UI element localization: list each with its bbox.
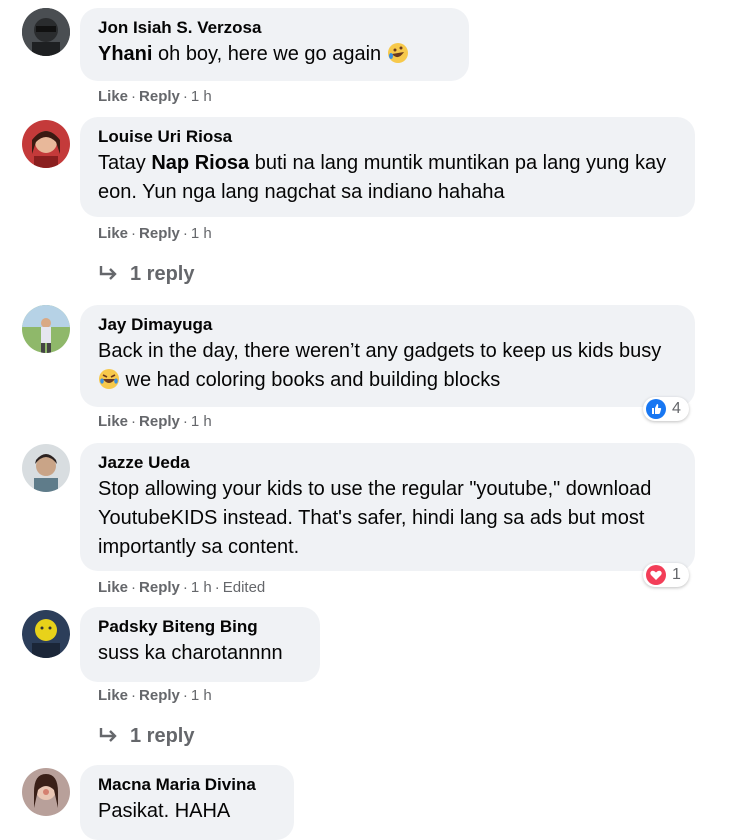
comment-mention[interactable]: Yhani	[98, 43, 152, 65]
comment-text: Stop allowing your kids to use the regul…	[98, 478, 652, 558]
comment-text: suss ka charotannnn	[98, 642, 283, 664]
avatar[interactable]	[22, 444, 70, 492]
reply-count: 1 reply	[130, 725, 195, 747]
comment-timestamp[interactable]: 1 h	[191, 413, 212, 430]
comment-mention[interactable]: Nap Riosa	[151, 152, 249, 174]
reply-link[interactable]: Reply	[139, 225, 180, 242]
comment-bubble: Jay Dimayuga Back in the day, there were…	[80, 305, 695, 407]
comment-timestamp[interactable]: 1 h	[191, 687, 212, 704]
reaction-count: 1	[672, 566, 681, 583]
comment-bubble: Jon Isiah S. Verzosa Yhani oh boy, here …	[80, 8, 469, 81]
comment-timestamp[interactable]: 1 h	[191, 225, 212, 242]
reply-link[interactable]: Reply	[139, 88, 180, 105]
comment-actions: Like · Reply · 1 h	[98, 88, 212, 105]
like-link[interactable]: Like	[98, 225, 128, 242]
comment-timestamp[interactable]: 1 h	[191, 579, 212, 596]
laughing-emoji	[99, 369, 119, 389]
like-link[interactable]: Like	[98, 413, 128, 430]
avatar[interactable]	[22, 8, 70, 56]
edited-label[interactable]: Edited	[223, 579, 266, 596]
view-replies-link[interactable]: 1 reply	[98, 262, 194, 286]
comment-bubble: Macna Maria Divina Pasikat. HAHA	[80, 765, 294, 840]
reaction-badge[interactable]: 1	[643, 563, 689, 587]
comment-text: Yhani oh boy, here we go again	[98, 40, 451, 69]
comment-author[interactable]: Jon Isiah S. Verzosa	[98, 18, 451, 38]
reply-link[interactable]: Reply	[139, 579, 180, 596]
reaction-count: 4	[672, 400, 681, 417]
rofl-emoji	[387, 43, 408, 63]
reply-arrow-icon	[99, 266, 117, 280]
reaction-badge[interactable]: 4	[643, 397, 689, 421]
comment-actions: Like · Reply · 1 h · Edited	[98, 579, 266, 596]
comment-author[interactable]: Jazze Ueda	[98, 453, 677, 473]
comment-actions: Like · Reply · 1 h	[98, 687, 212, 704]
comment-actions: Like · Reply · 1 h	[98, 225, 212, 242]
love-reaction-icon	[646, 565, 666, 585]
comment-author[interactable]: Padsky Biteng Bing	[98, 617, 302, 637]
comment-author[interactable]: Louise Uri Riosa	[98, 127, 677, 147]
comment-timestamp[interactable]: 1 h	[191, 88, 212, 105]
comment-author[interactable]: Jay Dimayuga	[98, 315, 677, 335]
like-reaction-icon	[646, 399, 666, 419]
comment-bubble: Padsky Biteng Bing suss ka charotannnn	[80, 607, 320, 682]
like-link[interactable]: Like	[98, 579, 128, 596]
reply-arrow-icon	[99, 728, 117, 742]
view-replies-link[interactable]: 1 reply	[98, 724, 194, 748]
comment-text: Pasikat. HAHA	[98, 800, 231, 822]
comment-author[interactable]: Macna Maria Divina	[98, 775, 276, 795]
avatar[interactable]	[22, 120, 70, 168]
like-link[interactable]: Like	[98, 687, 128, 704]
reply-link[interactable]: Reply	[139, 687, 180, 704]
reply-link[interactable]: Reply	[139, 413, 180, 430]
comment-text: Tatay Nap Riosa buti na lang muntik munt…	[98, 152, 667, 203]
avatar[interactable]	[22, 768, 70, 816]
comment-text: Back in the day, there weren’t any gadge…	[98, 340, 662, 391]
comment-actions: Like · Reply · 1 h	[98, 413, 212, 430]
avatar[interactable]	[22, 610, 70, 658]
reply-count: 1 reply	[130, 263, 195, 285]
avatar[interactable]	[22, 305, 70, 353]
comment-bubble: Jazze Ueda Stop allowing your kids to us…	[80, 443, 695, 571]
like-link[interactable]: Like	[98, 88, 128, 105]
comment-bubble: Louise Uri Riosa Tatay Nap Riosa buti na…	[80, 117, 695, 217]
